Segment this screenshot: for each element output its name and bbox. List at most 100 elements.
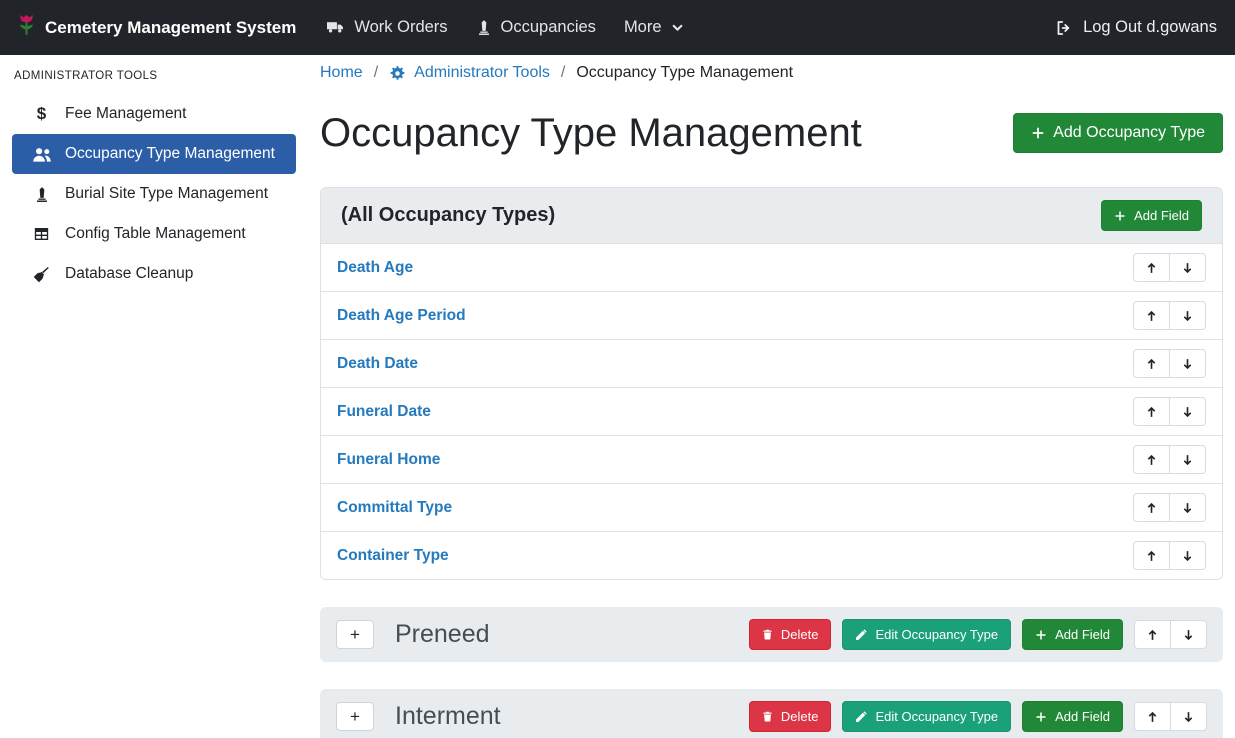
move-down-button[interactable]	[1169, 349, 1206, 378]
sidebar-item-label: Config Table Management	[65, 225, 246, 243]
breadcrumb-home-label: Home	[320, 64, 363, 82]
section-actions: Delete Edit Occupancy Type Add Field	[749, 619, 1207, 650]
reorder-group	[1133, 493, 1206, 522]
field-row: Container Type	[321, 531, 1222, 579]
delete-button[interactable]: Delete	[749, 619, 832, 650]
move-up-button[interactable]	[1133, 541, 1170, 570]
arrow-up-icon	[1145, 549, 1158, 563]
add-field-button[interactable]: Add Field	[1022, 701, 1123, 732]
breadcrumb-separator: /	[561, 64, 565, 82]
arrow-down-icon	[1181, 453, 1194, 467]
field-row: Death Date	[321, 339, 1222, 387]
admin-tools-sidebar: Administrator Tools $ Fee Management Occ…	[0, 55, 308, 738]
all-occupancy-types-title: (All Occupancy Types)	[341, 204, 555, 227]
logout-button[interactable]: Log Out d.gowans	[1055, 18, 1217, 37]
pencil-icon	[855, 629, 867, 641]
reorder-group	[1133, 349, 1206, 378]
reorder-group	[1133, 301, 1206, 330]
move-down-button[interactable]	[1169, 397, 1206, 426]
delete-button[interactable]: Delete	[749, 701, 832, 732]
move-up-button[interactable]	[1133, 301, 1170, 330]
add-occupancy-type-button[interactable]: Add Occupancy Type	[1013, 113, 1223, 153]
logout-label: Log Out d.gowans	[1083, 18, 1217, 37]
arrow-down-icon	[1181, 309, 1194, 323]
field-link-funeral-home[interactable]: Funeral Home	[337, 451, 440, 469]
nav-more[interactable]: More	[610, 10, 698, 45]
field-link-death-age-period[interactable]: Death Age Period	[337, 307, 466, 325]
move-up-button[interactable]	[1134, 702, 1171, 731]
field-row: Death Age	[321, 243, 1222, 291]
app-title: Cemetery Management System	[45, 18, 296, 38]
trash-icon	[762, 628, 773, 641]
nav-work-orders[interactable]: Work Orders	[312, 10, 461, 45]
section-title: Interment	[395, 702, 749, 731]
field-link-committal-type[interactable]: Committal Type	[337, 499, 452, 517]
broom-icon	[30, 266, 53, 283]
reorder-group	[1133, 541, 1206, 570]
add-occupancy-type-label: Add Occupancy Type	[1053, 124, 1205, 142]
edit-occupancy-type-button[interactable]: Edit Occupancy Type	[842, 619, 1011, 650]
gear-icon	[389, 65, 406, 82]
nav-work-orders-label: Work Orders	[354, 18, 447, 37]
sidebar-item-label: Occupancy Type Management	[65, 145, 275, 163]
section-title: Preneed	[395, 620, 749, 649]
reorder-group	[1133, 445, 1206, 474]
monument-icon	[30, 186, 53, 203]
move-down-button[interactable]	[1169, 301, 1206, 330]
move-up-button[interactable]	[1133, 397, 1170, 426]
move-up-button[interactable]	[1133, 493, 1170, 522]
breadcrumb: Home / Administrator Tools / Occupancy T…	[320, 64, 1223, 82]
monument-icon	[476, 19, 492, 36]
nav-occupancies[interactable]: Occupancies	[462, 10, 610, 45]
reorder-group	[1133, 253, 1206, 282]
reorder-group	[1133, 397, 1206, 426]
edit-occupancy-type-button[interactable]: Edit Occupancy Type	[842, 701, 1011, 732]
field-link-death-date[interactable]: Death Date	[337, 355, 418, 373]
move-up-button[interactable]	[1133, 349, 1170, 378]
move-up-button[interactable]	[1134, 620, 1171, 649]
move-down-button[interactable]	[1169, 445, 1206, 474]
field-link-death-age[interactable]: Death Age	[337, 259, 413, 277]
sidebar-item-occupancy-type-management[interactable]: Occupancy Type Management	[12, 134, 296, 174]
plus-icon	[1035, 629, 1047, 641]
move-down-button[interactable]	[1169, 541, 1206, 570]
breadcrumb-admin-tools-link[interactable]: Administrator Tools	[389, 64, 550, 82]
add-field-button[interactable]: Add Field	[1022, 619, 1123, 650]
field-link-container-type[interactable]: Container Type	[337, 547, 449, 565]
sidebar-item-label: Fee Management	[65, 105, 187, 123]
arrow-up-icon	[1145, 501, 1158, 515]
section-actions: Delete Edit Occupancy Type Add Field	[749, 701, 1207, 732]
users-icon	[30, 146, 53, 163]
arrow-up-icon	[1146, 710, 1159, 724]
expand-section-button[interactable]: +	[336, 620, 374, 649]
top-navbar: Cemetery Management System Work Orders O…	[0, 0, 1235, 55]
edit-occupancy-type-label: Edit Occupancy Type	[875, 627, 998, 642]
app-brand[interactable]: Cemetery Management System	[18, 14, 296, 41]
expand-section-button[interactable]: +	[336, 702, 374, 731]
field-link-funeral-date[interactable]: Funeral Date	[337, 403, 431, 421]
trash-icon	[762, 710, 773, 723]
add-field-button[interactable]: Add Field	[1101, 200, 1202, 231]
table-icon	[30, 226, 53, 242]
sidebar-item-database-cleanup[interactable]: Database Cleanup	[12, 254, 296, 294]
sidebar-item-config-table-management[interactable]: Config Table Management	[12, 214, 296, 254]
sidebar-heading: Administrator Tools	[12, 70, 296, 94]
truck-icon	[326, 19, 345, 36]
move-up-button[interactable]	[1133, 253, 1170, 282]
move-down-button[interactable]	[1169, 493, 1206, 522]
arrow-up-icon	[1145, 453, 1158, 467]
move-down-button[interactable]	[1170, 620, 1207, 649]
logout-icon	[1055, 19, 1074, 37]
move-down-button[interactable]	[1170, 702, 1207, 731]
sidebar-item-fee-management[interactable]: $ Fee Management	[12, 94, 296, 134]
breadcrumb-home-link[interactable]: Home	[320, 64, 363, 82]
arrow-down-icon	[1181, 357, 1194, 371]
plus-icon	[1031, 126, 1045, 140]
title-row: Occupancy Type Management Add Occupancy …	[320, 107, 1223, 159]
move-down-button[interactable]	[1169, 253, 1206, 282]
main-nav: Work Orders Occupancies More	[312, 10, 697, 45]
move-up-button[interactable]	[1133, 445, 1170, 474]
nav-occupancies-label: Occupancies	[501, 18, 596, 37]
dollar-icon: $	[30, 104, 53, 124]
sidebar-item-burial-site-type-management[interactable]: Burial Site Type Management	[12, 174, 296, 214]
